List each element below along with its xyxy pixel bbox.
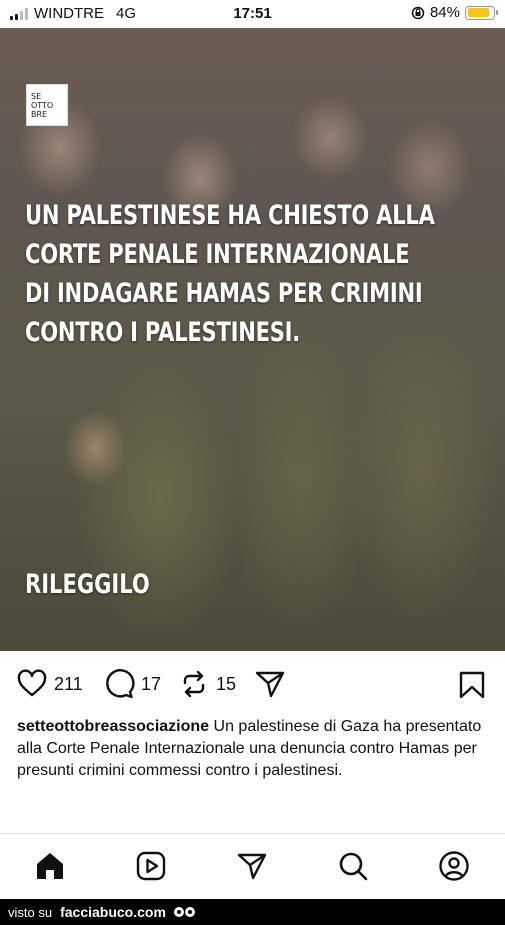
- post-image[interactable]: SE OTTO BRE UN PALESTINESE HA CHIESTO ALLA…: [0, 28, 505, 651]
- share-action[interactable]: [254, 668, 286, 700]
- post-actions: 211 17 15: [0, 662, 505, 706]
- heart-icon[interactable]: [16, 668, 48, 700]
- nav-profile[interactable]: [436, 848, 472, 884]
- nav-reels[interactable]: [133, 848, 169, 884]
- status-bar: WINDTRE 4G 17:51 84%: [0, 0, 505, 28]
- watermark-bar: visto su facciabuco.com: [0, 899, 505, 925]
- status-right: 84%: [411, 4, 498, 21]
- send-icon[interactable]: [236, 850, 268, 882]
- reels-icon[interactable]: [135, 850, 167, 882]
- battery-percent: 84%: [429, 4, 460, 21]
- headline-line: DI INDAGARE HAMAS PER CRIMINI: [25, 278, 423, 309]
- watermark-eyes-icon: [173, 907, 195, 917]
- bottom-nav: [0, 840, 505, 896]
- nav-home[interactable]: [32, 848, 68, 884]
- home-icon[interactable]: [34, 850, 66, 882]
- logo-text: SE OTTO BRE: [31, 91, 54, 119]
- headline-line: CONTRO I PALESTINESI.: [25, 317, 301, 348]
- nav-search[interactable]: [335, 848, 371, 884]
- battery-icon: [465, 5, 498, 20]
- brand-logo: SE OTTO BRE: [26, 84, 68, 126]
- comment-action[interactable]: 17: [103, 668, 161, 700]
- post-headline: UN PALESTINESE HA CHIESTO ALLA CORTE PEN…: [25, 196, 485, 352]
- watermark-site: facciabuco.com: [60, 904, 166, 920]
- send-icon[interactable]: [254, 668, 286, 700]
- nav-direct[interactable]: [234, 848, 270, 884]
- repost-count: 15: [216, 673, 237, 694]
- repost-action[interactable]: 15: [178, 668, 236, 700]
- orientation-lock-icon: [411, 6, 425, 19]
- divider: [0, 833, 505, 834]
- headline-line: CORTE PENALE INTERNAZIONALE: [25, 239, 410, 270]
- profile-icon[interactable]: [438, 850, 470, 882]
- post-caption: setteottobreassociazione Un palestinese …: [17, 716, 492, 782]
- battery-fill: [467, 8, 489, 17]
- repost-icon[interactable]: [178, 668, 210, 700]
- post-cta: RILEGGILO: [25, 569, 150, 600]
- search-icon[interactable]: [337, 850, 369, 882]
- bookmark-icon[interactable]: [457, 670, 487, 700]
- watermark-prefix: visto su: [8, 904, 53, 920]
- like-count: 211: [54, 673, 83, 694]
- headline-line: UN PALESTINESE HA CHIESTO ALLA: [25, 200, 435, 231]
- save-action[interactable]: [457, 670, 487, 705]
- comment-count: 17: [141, 673, 162, 694]
- comment-icon[interactable]: [103, 668, 135, 700]
- like-action[interactable]: 211: [16, 668, 83, 700]
- caption-username[interactable]: setteottobreassociazione: [17, 718, 209, 735]
